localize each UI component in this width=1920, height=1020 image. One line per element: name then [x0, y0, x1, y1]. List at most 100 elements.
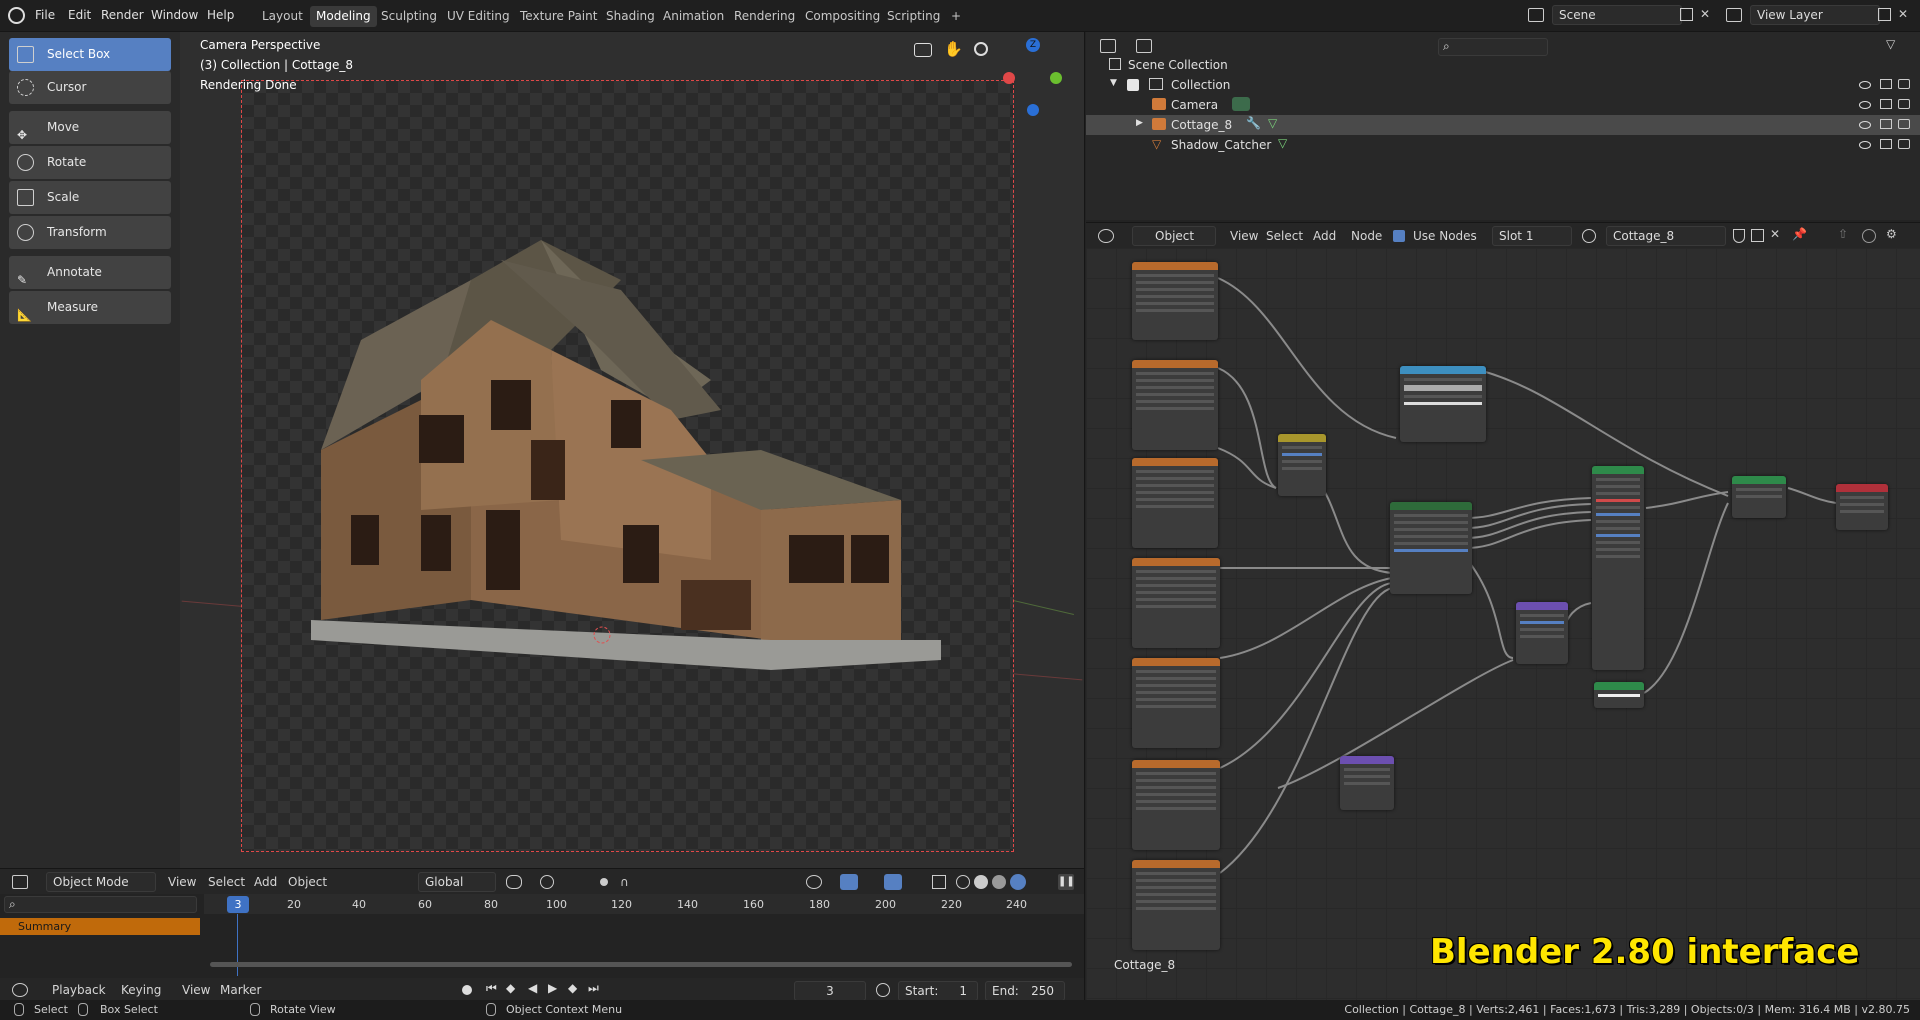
exclude-checkbox[interactable]: [1127, 79, 1139, 91]
xray-toggle-icon[interactable]: [932, 875, 946, 889]
mix-rgb-node[interactable]: [1278, 434, 1326, 496]
outliner-row-shadow-catcher[interactable]: ▽ Shadow_Catcher ▽: [1086, 135, 1920, 155]
filter-icon[interactable]: ▽: [1886, 37, 1895, 51]
tool-move[interactable]: ✥ Move: [9, 111, 171, 144]
fake-user-icon[interactable]: [1733, 229, 1745, 243]
use-nodes-checkbox[interactable]: [1393, 230, 1405, 242]
pause-render-icon[interactable]: ❚❚: [1058, 874, 1075, 890]
menu-add[interactable]: Add: [254, 875, 277, 889]
timeline-search-field[interactable]: ⌕: [4, 896, 197, 913]
node-editor-type-icon[interactable]: [1098, 229, 1114, 243]
area-divider[interactable]: [1084, 32, 1085, 1000]
menu-node-view[interactable]: View: [1230, 229, 1258, 243]
stopwatch-icon[interactable]: [876, 983, 890, 997]
blender-logo-icon[interactable]: [8, 7, 25, 24]
shading-wireframe-icon[interactable]: [956, 875, 970, 889]
outliner-row-camera[interactable]: Camera: [1086, 95, 1920, 115]
menu-timeline-view[interactable]: View: [182, 983, 210, 997]
summary-channel[interactable]: Summary: [0, 918, 200, 935]
pan-hand-icon[interactable]: ✋: [944, 40, 963, 58]
next-keyframe-icon[interactable]: ◆: [568, 981, 577, 995]
tool-transform[interactable]: Transform: [9, 216, 171, 249]
outliner-row-collection[interactable]: ▼ Collection: [1086, 75, 1920, 95]
menu-render[interactable]: Render: [101, 8, 144, 22]
render-toggle-icon[interactable]: [1898, 119, 1910, 129]
image-texture-node[interactable]: [1132, 760, 1220, 850]
duplicate-material-icon[interactable]: [1751, 229, 1764, 242]
render-toggle-icon[interactable]: [1898, 139, 1910, 149]
menu-node[interactable]: Node: [1351, 229, 1382, 243]
eye-icon[interactable]: [1859, 121, 1871, 129]
image-texture-node[interactable]: [1132, 860, 1220, 950]
delete-view-layer-icon[interactable]: ✕: [1898, 7, 1908, 21]
tab-layout[interactable]: Layout: [256, 6, 309, 27]
start-frame-field[interactable]: Start: 1: [898, 981, 978, 1001]
menu-keying[interactable]: Keying: [121, 983, 161, 997]
image-texture-node[interactable]: [1132, 360, 1218, 450]
menu-edit[interactable]: Edit: [68, 8, 91, 22]
gizmo-z-axis-icon[interactable]: Z: [1026, 38, 1040, 52]
expand-arrow-icon[interactable]: ▶: [1136, 118, 1143, 128]
pin-icon[interactable]: 📌: [1792, 227, 1807, 241]
new-scene-icon[interactable]: [1680, 8, 1693, 21]
parent-node-tree-icon[interactable]: ⇧: [1838, 227, 1848, 241]
tab-animation[interactable]: Animation: [657, 6, 730, 27]
current-frame-indicator[interactable]: 3: [227, 896, 249, 913]
shading-solid-icon[interactable]: [974, 875, 988, 889]
tool-rotate[interactable]: Rotate: [9, 146, 171, 179]
tab-shading[interactable]: Shading: [600, 6, 661, 27]
node-editor[interactable]: Cottage_8 Blender 2.80 interface: [1086, 248, 1920, 1000]
menu-node-add[interactable]: Add: [1313, 229, 1336, 243]
editor-type-icon[interactable]: [12, 875, 28, 889]
transform-orientation-dropdown[interactable]: Global: [418, 872, 496, 892]
eye-icon[interactable]: [1859, 81, 1871, 89]
gizmo-y-axis-icon[interactable]: [1050, 72, 1062, 84]
jump-end-icon[interactable]: ⏭: [588, 981, 599, 996]
gizmo-neg-z-icon[interactable]: [1027, 104, 1039, 116]
navigation-gizmo[interactable]: Z: [1000, 36, 1066, 116]
menu-node-select[interactable]: Select: [1266, 229, 1303, 243]
image-texture-node[interactable]: [1132, 262, 1218, 340]
display-mode-icon[interactable]: [1136, 39, 1152, 53]
timeline-editor-type-icon[interactable]: [12, 983, 28, 997]
material-output-node[interactable]: [1836, 484, 1888, 530]
tool-measure[interactable]: 📐 Measure: [9, 291, 171, 324]
tab-modeling[interactable]: Modeling: [310, 6, 377, 27]
prev-keyframe-icon[interactable]: ◆: [506, 981, 515, 995]
group-node[interactable]: [1390, 502, 1472, 594]
play-reverse-icon[interactable]: ◀: [528, 981, 537, 995]
delete-scene-icon[interactable]: ✕: [1700, 7, 1710, 21]
tab-scripting[interactable]: Scripting: [881, 6, 946, 27]
end-frame-field[interactable]: End: 250: [985, 981, 1065, 1001]
play-icon[interactable]: ▶: [548, 981, 557, 995]
viewport-toggle-icon[interactable]: [1880, 99, 1892, 109]
outliner-row-scene-collection[interactable]: Scene Collection: [1086, 55, 1920, 75]
snap-icon[interactable]: [540, 875, 554, 889]
material-name-field[interactable]: Cottage_8: [1606, 226, 1726, 246]
normal-map-node[interactable]: [1340, 756, 1394, 810]
mix-shader-node[interactable]: [1732, 476, 1786, 518]
menu-marker[interactable]: Marker: [220, 983, 261, 997]
render-toggle-icon[interactable]: [1898, 79, 1910, 89]
shading-material-icon[interactable]: [992, 875, 1006, 889]
menu-object[interactable]: Object: [288, 875, 327, 889]
viewport-toggle-icon[interactable]: [1880, 119, 1892, 129]
menu-file[interactable]: File: [35, 8, 55, 22]
overlay-toggle-icon[interactable]: [884, 874, 902, 890]
menu-playback[interactable]: Playback: [52, 983, 106, 997]
tab-sculpting[interactable]: Sculpting: [375, 6, 443, 27]
outliner-editor-type-icon[interactable]: [1100, 39, 1116, 53]
pivot-point-icon[interactable]: [506, 875, 522, 889]
menu-select[interactable]: Select: [208, 875, 245, 889]
backdrop-icon[interactable]: [1862, 229, 1876, 243]
eye-icon[interactable]: [1859, 141, 1871, 149]
bump-node[interactable]: [1516, 602, 1568, 664]
gizmo-toggle-icon[interactable]: [840, 874, 858, 890]
snap-node-icon[interactable]: ⚙: [1886, 227, 1897, 241]
tool-scale[interactable]: Scale: [9, 181, 171, 214]
proportional-edit-icon[interactable]: [600, 878, 608, 886]
viewport-visibility-icon[interactable]: [806, 875, 822, 889]
scene-icon[interactable]: [1528, 8, 1544, 22]
new-view-layer-icon[interactable]: [1878, 8, 1891, 21]
shading-rendered-icon[interactable]: [1010, 874, 1026, 890]
